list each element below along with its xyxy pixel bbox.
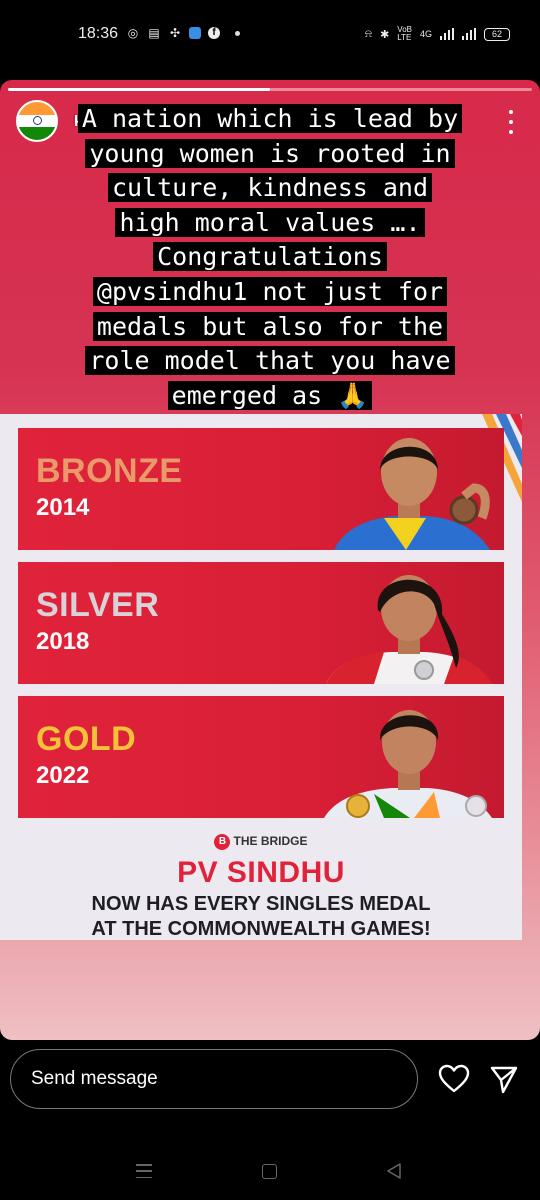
bridge-brand-text: THE BRIDGE <box>233 834 308 849</box>
caption-line: @pvsindhu1 not just for <box>92 276 448 306</box>
caption-line: culture, kindness and <box>107 173 433 203</box>
poster-athlete-name: PV SINDHU <box>177 856 345 889</box>
send-icon[interactable] <box>489 1064 519 1094</box>
app-icon: ✣ <box>169 26 181 40</box>
more-notifications-dot <box>235 30 240 36</box>
story-card[interactable]: kanganaranaut A nation which is lead by … <box>0 80 540 1040</box>
status-bar: 18:36 ◎ ▤ ✣ f ⍾ ✱ VoB LTE 4G 62 <box>0 0 540 70</box>
home-button[interactable] <box>262 1164 277 1179</box>
bridge-logo: B THE BRIDGE <box>0 834 522 850</box>
poster-subtitle-line: NOW HAS EVERY SINGLES MEDAL <box>91 893 431 915</box>
volte-icon: VoB LTE <box>397 25 412 42</box>
athlete-photo-2018 <box>326 575 492 684</box>
recent-apps-button[interactable] <box>136 1164 152 1178</box>
medal-year: 2018 <box>36 628 90 655</box>
signal-icon <box>440 28 454 40</box>
athlete-photo-2022 <box>324 710 492 818</box>
caption-line: high moral values …. <box>115 207 425 237</box>
medal-year: 2022 <box>36 762 90 789</box>
caption-line: Congratulations <box>153 242 387 272</box>
signal-app-icon <box>189 27 201 39</box>
poster-subtitle-line: AT THE COMMONWEALTH GAMES! <box>91 918 431 940</box>
caption-line: medals but also for the <box>92 311 448 341</box>
caption-line: young women is rooted in <box>85 138 455 168</box>
medal-title: SILVER <box>36 586 160 624</box>
caption-line: role model that you have <box>85 346 455 376</box>
athlete-photo-2014 <box>334 438 490 550</box>
signal-2-icon <box>462 28 476 40</box>
heart-icon[interactable] <box>438 1064 470 1094</box>
system-icons: ⍾ ✱ VoB LTE 4G 62 <box>365 26 510 42</box>
medal-row-gold: GOLD 2022 <box>18 696 504 818</box>
message-icon: ▤ <box>148 26 160 40</box>
medal-row-silver: SILVER 2018 <box>18 562 504 684</box>
navigation-bar <box>0 1140 540 1200</box>
network-type: 4G <box>419 29 432 39</box>
medal-row-bronze: BRONZE 2014 <box>18 428 504 550</box>
story-progress-bar <box>8 88 532 91</box>
caption-line: A nation which is lead by <box>77 104 463 133</box>
story-caption: A nation which is lead by young women is… <box>30 102 510 413</box>
bluetooth-icon: ✱ <box>380 28 390 41</box>
notification-icons: ◎ ▤ ✣ f <box>126 26 240 40</box>
story-image: BRONZE 2014 SILVER 2018 GOLD 2022 B THE … <box>0 414 522 940</box>
medal-year: 2014 <box>36 494 90 521</box>
medal-title: BRONZE <box>36 452 183 490</box>
facebook-icon: f <box>208 27 220 39</box>
battery-icon: 62 <box>484 27 510 41</box>
caption-line: emerged as 🙏 <box>167 380 373 410</box>
story-progress-fill <box>8 88 270 91</box>
medal-title: GOLD <box>36 720 137 758</box>
back-button[interactable] <box>386 1162 402 1180</box>
whatsapp-icon: ◎ <box>127 26 139 40</box>
bridge-logo-icon: B <box>214 834 231 850</box>
send-message-input[interactable]: Send message <box>10 1049 418 1109</box>
mute-icon: ⍾ <box>364 27 373 40</box>
more-options-icon[interactable] <box>506 110 516 134</box>
status-time: 18:36 <box>78 25 119 42</box>
